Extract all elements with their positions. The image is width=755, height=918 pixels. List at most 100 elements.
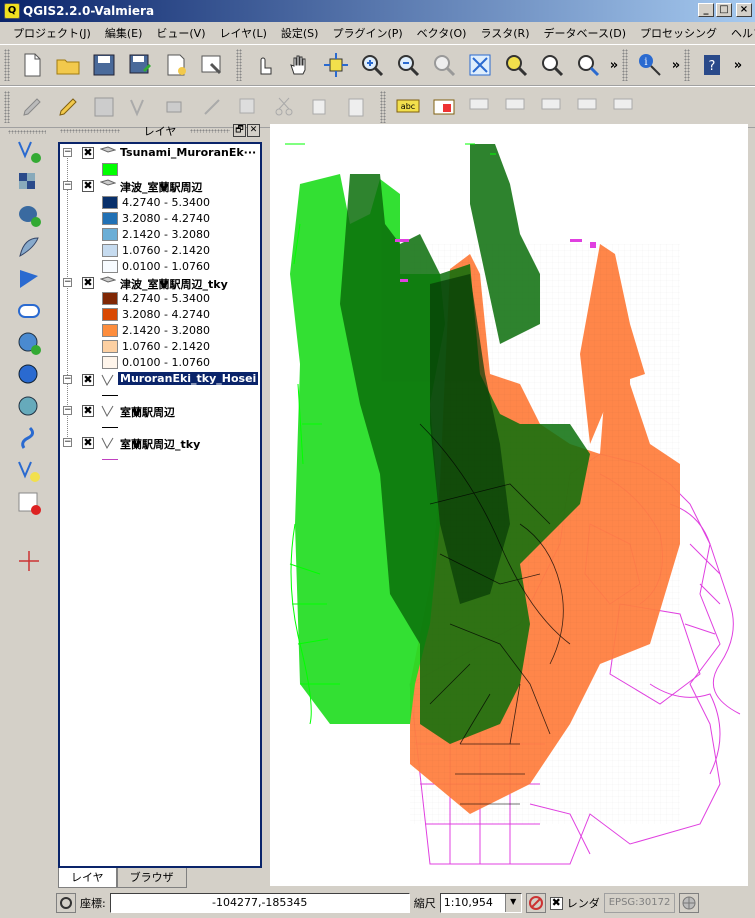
add-wcs-layer-icon[interactable] (13, 360, 45, 390)
collapse-icon[interactable]: − (63, 181, 72, 190)
collapse-icon[interactable]: − (63, 438, 72, 447)
tab-browser[interactable]: ブラウザ (116, 868, 187, 888)
pan-to-selection-icon[interactable] (318, 47, 354, 83)
new-shapefile-icon[interactable] (13, 456, 45, 486)
toolbar-grip[interactable] (8, 130, 46, 134)
toolbar-overflow-icon[interactable]: » (730, 58, 746, 73)
identify-features-icon[interactable]: i (632, 47, 668, 83)
move-feature-icon[interactable] (158, 89, 194, 125)
toggle-editing-icon[interactable] (50, 89, 86, 125)
pin-labels-icon[interactable] (462, 89, 498, 125)
close-panel-icon[interactable]: ✕ (247, 124, 260, 137)
layer-item[interactable]: − ✖ 室蘭駅周辺 (60, 403, 260, 419)
layer-item[interactable]: − ✖ 室蘭駅周辺_tky (60, 435, 260, 451)
add-oracle-layer-icon[interactable] (13, 296, 45, 326)
new-print-composer-icon[interactable] (158, 47, 194, 83)
menu-project[interactable]: プロジェクト(J) (6, 25, 98, 41)
save-as-icon[interactable] (122, 47, 158, 83)
save-edits-icon[interactable] (86, 89, 122, 125)
layer-name[interactable]: 津波_室蘭駅周辺 (120, 179, 203, 195)
composer-manager-icon[interactable] (194, 47, 230, 83)
menu-edit[interactable]: 編集(E) (98, 25, 150, 41)
toolbar-grip[interactable] (684, 49, 690, 81)
crs-globe-icon[interactable] (679, 893, 700, 913)
menu-layer[interactable]: レイヤ(L) (212, 25, 273, 41)
layer-visibility-checkbox[interactable]: ✖ (82, 277, 94, 289)
close-button[interactable]: × (736, 3, 752, 17)
delete-selected-icon[interactable] (230, 89, 266, 125)
crs-status-button[interactable]: EPSG:30172 (603, 893, 676, 913)
toolbar-overflow-icon[interactable]: » (668, 58, 684, 73)
label-diagram-icon[interactable] (426, 89, 462, 125)
node-tool-icon[interactable] (194, 89, 230, 125)
menu-processing[interactable]: プロセッシング (633, 25, 724, 41)
collapse-icon[interactable]: − (63, 148, 72, 157)
minimize-button[interactable]: _ (698, 3, 714, 17)
maximize-button[interactable]: □ (716, 3, 732, 17)
touch-zoom-pan-icon[interactable] (246, 47, 282, 83)
float-panel-icon[interactable]: 🗗 (233, 124, 246, 137)
coordinate-field[interactable]: -104277,-185345 (109, 893, 410, 913)
save-project-icon[interactable] (86, 47, 122, 83)
menu-settings[interactable]: 設定(S) (274, 25, 326, 41)
show-hide-labels-icon[interactable] (498, 89, 534, 125)
toolbar-grip[interactable] (622, 49, 628, 81)
layer-name[interactable]: 室蘭駅周辺_tky (120, 436, 200, 452)
pan-map-icon[interactable] (282, 47, 318, 83)
layer-item[interactable]: − ✖ 津波_室蘭駅周辺 (60, 178, 260, 194)
toolbar-grip[interactable] (380, 91, 386, 123)
zoom-last-icon[interactable] (570, 47, 606, 83)
zoom-native-icon[interactable] (426, 47, 462, 83)
add-postgis-layer-icon[interactable] (13, 200, 45, 230)
menu-raster[interactable]: ラスタ(R) (473, 25, 536, 41)
gps-crosshair-icon[interactable] (13, 546, 45, 576)
add-vector-layer-icon[interactable] (13, 136, 45, 166)
menu-vector[interactable]: ベクタ(O) (410, 25, 474, 41)
menu-view[interactable]: ビュー(V) (149, 25, 212, 41)
layer-item[interactable]: − ✖ 津波_室蘭駅周辺_tky (60, 275, 260, 291)
layer-name[interactable]: 津波_室蘭駅周辺_tky (120, 276, 228, 292)
message-log-icon[interactable] (56, 893, 76, 913)
paste-features-icon[interactable] (338, 89, 374, 125)
new-project-icon[interactable] (14, 47, 50, 83)
zoom-to-selection-icon[interactable] (534, 47, 570, 83)
collapse-icon[interactable]: − (63, 278, 72, 287)
change-label-icon[interactable] (606, 89, 642, 125)
add-raster-layer-icon[interactable] (13, 168, 45, 198)
tab-layers[interactable]: レイヤ (58, 868, 117, 888)
add-delimited-text-icon[interactable] (13, 424, 45, 454)
layer-labeling-icon[interactable]: abc (390, 89, 426, 125)
menu-database[interactable]: データベース(D) (537, 25, 634, 41)
add-wfs-layer-icon[interactable] (13, 392, 45, 422)
collapse-icon[interactable]: − (63, 375, 72, 384)
add-wms-layer-icon[interactable] (13, 328, 45, 358)
zoom-out-icon[interactable] (390, 47, 426, 83)
add-spatialite-layer-icon[interactable] (13, 232, 45, 262)
remove-layer-icon[interactable] (13, 488, 45, 518)
stop-render-icon[interactable] (525, 893, 546, 913)
layer-visibility-checkbox[interactable]: ✖ (82, 405, 94, 417)
toolbar-grip[interactable] (4, 91, 10, 123)
toolbar-overflow-icon[interactable]: » (606, 58, 622, 73)
add-feature-icon[interactable] (122, 89, 158, 125)
zoom-to-layer-icon[interactable] (498, 47, 534, 83)
scale-combobox[interactable]: 1:10,954 ▼ (439, 893, 522, 913)
toolbar-grip[interactable] (236, 49, 242, 81)
help-icon[interactable]: ? (694, 47, 730, 83)
layer-name[interactable]: Tsunami_MuroranEk··· (120, 146, 256, 159)
menu-plugins[interactable]: プラグイン(P) (325, 25, 409, 41)
layer-visibility-checkbox[interactable]: ✖ (82, 147, 94, 159)
map-canvas[interactable] (270, 124, 748, 886)
current-edits-icon[interactable] (14, 89, 50, 125)
layer-visibility-checkbox[interactable]: ✖ (82, 374, 94, 386)
chevron-down-icon[interactable]: ▼ (504, 894, 521, 912)
copy-features-icon[interactable] (302, 89, 338, 125)
layer-name[interactable]: MuroranEki_tky_Hosei (118, 372, 259, 385)
panel-header[interactable]: レイヤ 🗗 ✕ (56, 122, 264, 140)
layer-visibility-checkbox[interactable]: ✖ (82, 437, 94, 449)
open-project-icon[interactable] (50, 47, 86, 83)
collapse-icon[interactable]: − (63, 406, 72, 415)
layer-item-selected[interactable]: − ✖ MuroranEki_tky_Hosei (60, 372, 260, 388)
cut-features-icon[interactable] (266, 89, 302, 125)
zoom-in-icon[interactable] (354, 47, 390, 83)
